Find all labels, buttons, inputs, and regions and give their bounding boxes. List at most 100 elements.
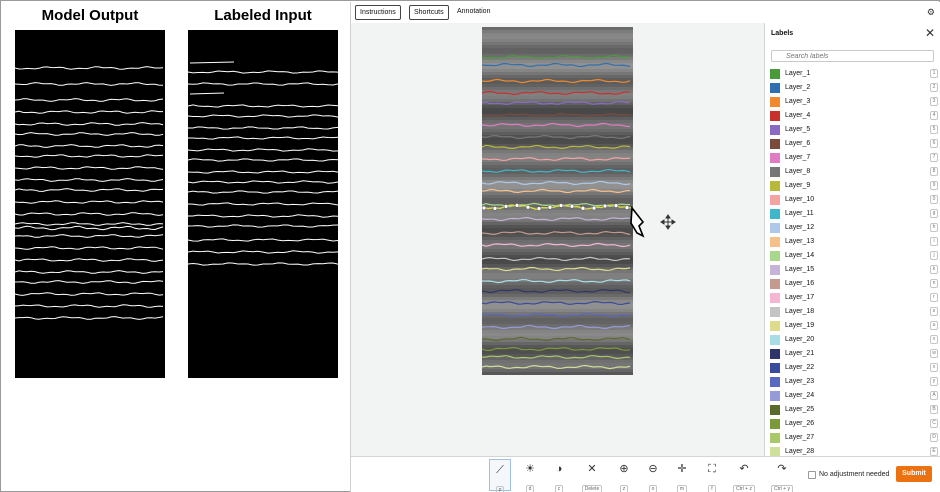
label-name: Layer_18: [785, 308, 815, 315]
label-shortcut-key: 7: [930, 153, 938, 162]
label-item[interactable]: Layer_21 w: [765, 347, 940, 361]
oct-texture-band: [482, 30, 633, 33]
polyline-vertex[interactable]: [580, 206, 586, 211]
tab-annotation[interactable]: Annotation: [457, 8, 490, 15]
model-output-panel: [15, 30, 165, 378]
oct-texture-band: [482, 369, 633, 372]
redo-tool-button[interactable]: ↷ Ctrl + y: [770, 459, 794, 492]
polyline-vertex[interactable]: [591, 205, 597, 211]
polyline-tool-button[interactable]: ⟋ p: [489, 459, 511, 492]
labeled-line: [188, 70, 338, 74]
polyline-vertex[interactable]: [514, 203, 520, 208]
move-tool-button[interactable]: ✛ m: [671, 459, 693, 492]
label-item[interactable]: Layer_1 1: [765, 67, 940, 81]
polyline-vertex[interactable]: [482, 205, 487, 211]
label-name: Layer_1: [785, 70, 811, 77]
oct-texture-band: [482, 60, 633, 63]
gear-icon[interactable]: ⚙: [927, 7, 935, 18]
label-item[interactable]: Layer_5 5: [765, 123, 940, 137]
label-item[interactable]: Layer_4 4: [765, 109, 940, 123]
search-input[interactable]: [771, 50, 934, 62]
oct-texture-band: [482, 285, 633, 288]
label-item[interactable]: Layer_11 g: [765, 207, 940, 221]
oct-texture-band: [482, 174, 633, 177]
label-item[interactable]: Layer_12 h: [765, 221, 940, 235]
oct-texture-band: [482, 237, 633, 240]
polyline-vertex[interactable]: [613, 203, 619, 208]
label-name: Layer_14: [785, 252, 815, 259]
image-canvas[interactable]: [351, 23, 764, 456]
label-swatch: [770, 265, 780, 275]
label-item[interactable]: Layer_19 u: [765, 319, 940, 333]
move-icon: ✛: [677, 463, 687, 475]
oct-texture-band: [482, 39, 633, 42]
polyline-vertex[interactable]: [569, 204, 575, 209]
label-item[interactable]: Layer_18 s: [765, 305, 940, 319]
delete-tool-button[interactable]: ✕ Delete: [580, 459, 604, 492]
oct-texture-band: [482, 273, 633, 276]
tool-shortcut-key: o: [648, 485, 658, 492]
oct-texture-band: [482, 33, 633, 36]
label-shortcut-key: x: [930, 363, 938, 372]
label-name: Layer_28: [785, 448, 815, 455]
fit-tool-button[interactable]: ⛶ f: [701, 459, 723, 492]
model-line: [15, 212, 164, 216]
label-name: Layer_26: [785, 420, 815, 427]
label-name: Layer_7: [785, 154, 811, 161]
brightness-tool-button[interactable]: ☀ d: [519, 459, 541, 492]
submit-button[interactable]: Submit: [896, 466, 932, 482]
tool-shortcut-key: z: [619, 485, 629, 492]
oct-texture-band: [482, 126, 633, 129]
label-name: Layer_22: [785, 364, 815, 371]
label-item[interactable]: Layer_8 8: [765, 165, 940, 179]
close-icon[interactable]: ✕: [925, 26, 935, 40]
label-item[interactable]: Layer_28 E: [765, 445, 940, 456]
label-list: Layer_1 1 Layer_2 2 Layer_3 3 Layer_4 4 Layer_5 5…: [765, 67, 940, 456]
label-item[interactable]: Layer_3 3: [765, 95, 940, 109]
polyline-vertex[interactable]: [558, 203, 564, 208]
label-swatch: [770, 307, 780, 317]
label-item[interactable]: Layer_13 i: [765, 235, 940, 249]
label-swatch: [770, 335, 780, 345]
tool-shortcut-key: m: [676, 485, 688, 492]
label-item[interactable]: Layer_22 x: [765, 361, 940, 375]
label-item[interactable]: Layer_24 A: [765, 389, 940, 403]
oct-texture-band: [482, 48, 633, 51]
instructions-button[interactable]: Instructions: [355, 5, 401, 20]
zoom-out-tool-button[interactable]: ⊖ o: [642, 459, 664, 492]
label-swatch: [770, 447, 780, 456]
zoom-in-tool-button[interactable]: ⊕ z: [613, 459, 635, 492]
polyline-vertex[interactable]: [525, 204, 531, 210]
label-item[interactable]: Layer_10 0: [765, 193, 940, 207]
label-item[interactable]: Layer_27 D: [765, 431, 940, 445]
oct-image[interactable]: [482, 27, 633, 375]
label-item[interactable]: Layer_25 B: [765, 403, 940, 417]
label-item[interactable]: Layer_7 7: [765, 151, 940, 165]
label-item[interactable]: Layer_23 y: [765, 375, 940, 389]
label-item[interactable]: Layer_6 6: [765, 137, 940, 151]
polyline-vertex[interactable]: [547, 205, 553, 210]
polyline-vertex[interactable]: [503, 204, 509, 209]
oct-texture-band: [482, 330, 633, 333]
undo-tool-button[interactable]: ↶ Ctrl + z: [732, 459, 756, 492]
label-item[interactable]: Layer_16 n: [765, 277, 940, 291]
polyline-vertex[interactable]: [602, 203, 608, 209]
label-item[interactable]: Layer_17 r: [765, 291, 940, 305]
polyline-vertex[interactable]: [492, 206, 498, 211]
contrast-tool-button[interactable]: ◑ c: [548, 459, 570, 492]
label-item[interactable]: Layer_20 v: [765, 333, 940, 347]
label-item[interactable]: Layer_9 9: [765, 179, 940, 193]
label-item[interactable]: Layer_15 k: [765, 263, 940, 277]
oct-texture-band: [482, 120, 633, 123]
polyline-vertex[interactable]: [536, 206, 542, 211]
label-name: Layer_27: [785, 434, 815, 441]
oct-texture-band: [482, 255, 633, 258]
label-item[interactable]: Layer_14 j: [765, 249, 940, 263]
label-item[interactable]: Layer_2 2: [765, 81, 940, 95]
shortcuts-button[interactable]: Shortcuts: [409, 5, 449, 20]
label-item[interactable]: Layer_26 C: [765, 417, 940, 431]
labeled-line: [188, 250, 338, 254]
oct-texture-band: [482, 261, 633, 264]
no-adjustment-checkbox[interactable]: [808, 471, 816, 479]
oct-texture-band: [482, 96, 633, 99]
